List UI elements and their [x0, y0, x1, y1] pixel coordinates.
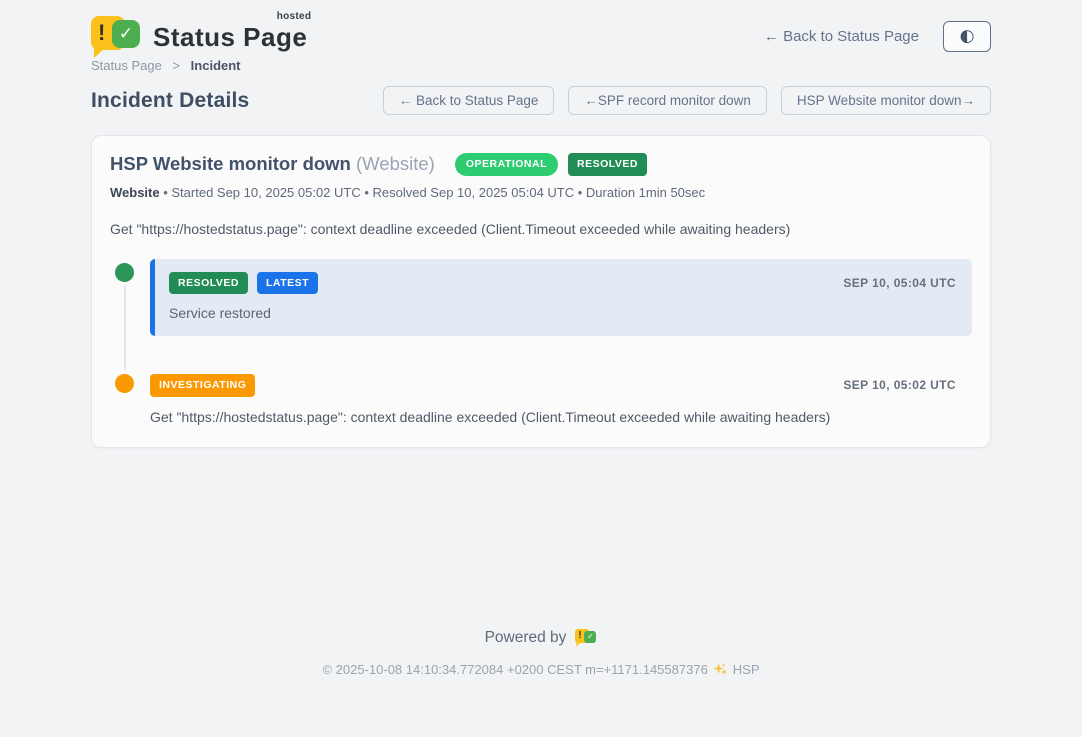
timeline-item-content: INVESTIGATING SEP 10, 05:02 UTC Get "htt… [150, 370, 972, 425]
incident-timeline: RESOLVED LATEST SEP 10, 05:04 UTC Servic… [110, 259, 972, 425]
check-icon: ✓ [119, 26, 133, 43]
copyright-brand: HSP [733, 662, 760, 677]
incident-title: HSP Website monitor down (Website) [110, 153, 435, 175]
header: ! ✓ Status Page hosted ← Back to Status … [91, 0, 991, 58]
back-to-status-page-link[interactable]: ← Back to Status Page [764, 28, 919, 45]
copyright-line: © 2025-10-08 14:10:34.772084 +0200 CEST … [0, 662, 1082, 677]
title-row: Incident Details ← Back to Status Page ←… [91, 86, 991, 115]
theme-toggle-button[interactable]: ◐ [943, 21, 991, 52]
incident-card-header: HSP Website monitor down (Website) OPERA… [110, 153, 972, 176]
next-incident-button[interactable]: HSP Website monitor down→ [781, 86, 991, 115]
sparkles-icon [713, 662, 728, 677]
timeline-item-investigating: INVESTIGATING SEP 10, 05:02 UTC Get "htt… [110, 370, 972, 425]
logo-wordmark-text: Status Page [153, 22, 307, 52]
breadcrumb-incident: Incident [191, 58, 241, 73]
update-box: INVESTIGATING SEP 10, 05:02 UTC Get "htt… [150, 370, 972, 425]
copyright-text: © 2025-10-08 14:10:34.772084 +0200 CEST … [322, 662, 707, 677]
update-timestamp: SEP 10, 05:02 UTC [843, 378, 956, 392]
latest-update-box: RESOLVED LATEST SEP 10, 05:04 UTC Servic… [150, 259, 972, 337]
incident-meta: Website • Started Sep 10, 2025 05:02 UTC… [110, 185, 972, 200]
logo-wordmark: Status Page hosted [153, 22, 307, 53]
update-message: Service restored [169, 305, 956, 321]
powered-by-text: Powered by [485, 629, 567, 647]
incident-nav-buttons: ← Back to Status Page ←SPF record monito… [383, 86, 991, 115]
incident-meta-details: • Started Sep 10, 2025 05:02 UTC • Resol… [160, 185, 706, 200]
update-latest-badge: LATEST [257, 272, 318, 295]
timeline-dot-resolved [115, 263, 134, 282]
timeline-dot-investigating [115, 374, 134, 393]
incident-service-name: Website [110, 185, 160, 200]
prev-incident-button[interactable]: ←SPF record monitor down [568, 86, 767, 115]
update-header: RESOLVED LATEST SEP 10, 05:04 UTC [169, 272, 956, 295]
check-icon: ✓ [587, 633, 594, 641]
main-content: Status Page > Incident Incident Details … [91, 58, 991, 448]
timeline-rail [110, 259, 140, 337]
incident-card: HSP Website monitor down (Website) OPERA… [91, 135, 991, 448]
breadcrumb: Status Page > Incident [91, 58, 991, 73]
status-page-logo[interactable]: ! ✓ Status Page hosted [91, 14, 307, 58]
footer: Powered by ! ✓ © 2025-10-08 14:10:34.772… [0, 628, 1082, 677]
status-page-logo-icon: ! ✓ [91, 14, 141, 58]
update-header: INVESTIGATING SEP 10, 05:02 UTC [150, 374, 956, 397]
breadcrumb-separator: > [172, 58, 180, 73]
back-to-status-page-button[interactable]: ← Back to Status Page [383, 86, 555, 115]
exclamation-glyph: ! [575, 631, 581, 641]
incident-scope: (Website) [356, 153, 435, 174]
breadcrumb-status-page[interactable]: Status Page [91, 58, 162, 73]
update-message: Get "https://hostedstatus.page": context… [150, 409, 956, 425]
half-circle-contrast-icon: ◐ [960, 28, 975, 45]
timeline-item-content: RESOLVED LATEST SEP 10, 05:04 UTC Servic… [150, 259, 972, 337]
resolved-status-badge: RESOLVED [568, 153, 647, 176]
update-investigating-badge: INVESTIGATING [150, 374, 255, 397]
powered-by: Powered by ! ✓ [0, 628, 1082, 648]
logo-check-bubble: ✓ [112, 20, 140, 48]
header-actions: ← Back to Status Page ◐ [764, 21, 991, 52]
timeline-rail [110, 370, 140, 425]
page-title: Incident Details [91, 89, 249, 113]
exclamation-glyph: ! [91, 22, 105, 44]
update-timestamp: SEP 10, 05:04 UTC [843, 276, 956, 290]
logo-hosted-superscript: hosted [277, 11, 312, 22]
incident-title-text: HSP Website monitor down [110, 153, 351, 174]
update-resolved-badge: RESOLVED [169, 272, 248, 295]
timeline-item-resolved: RESOLVED LATEST SEP 10, 05:04 UTC Servic… [110, 259, 972, 337]
incident-description: Get "https://hostedstatus.page": context… [110, 221, 972, 237]
operational-status-badge: OPERATIONAL [455, 153, 558, 176]
status-page-mini-logo-icon[interactable]: ! ✓ [575, 628, 597, 648]
